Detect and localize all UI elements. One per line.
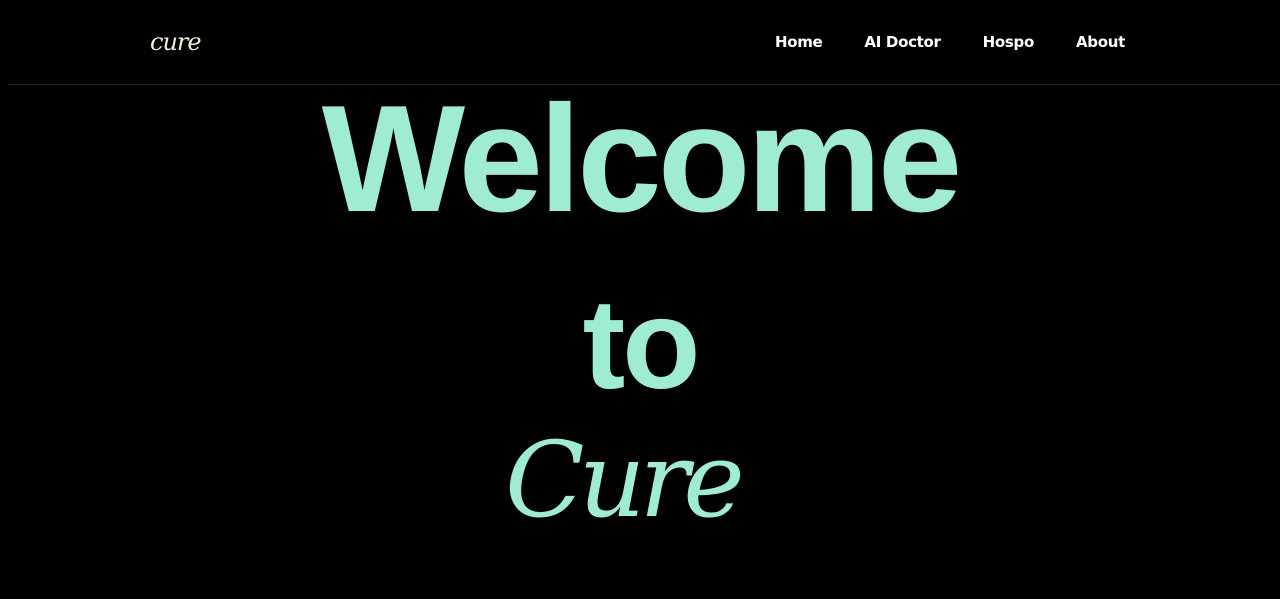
- navbar: cure Home AI Doctor Hospo About: [0, 0, 1280, 84]
- nav-link-hospo[interactable]: Hospo: [983, 33, 1035, 51]
- nav-link-home[interactable]: Home: [775, 33, 823, 51]
- hero-section: Welcome to Cure: [0, 79, 1280, 599]
- brand-logo[interactable]: cure: [150, 28, 202, 56]
- nav-link-about[interactable]: About: [1076, 33, 1125, 51]
- nav-link-ai-doctor[interactable]: AI Doctor: [864, 33, 941, 51]
- nav-links: Home AI Doctor Hospo About: [775, 33, 1125, 51]
- hero-welcome-text: Welcome: [321, 74, 963, 244]
- hero-brand-text: Cure: [505, 419, 745, 541]
- hero-to-text: to: [582, 273, 701, 416]
